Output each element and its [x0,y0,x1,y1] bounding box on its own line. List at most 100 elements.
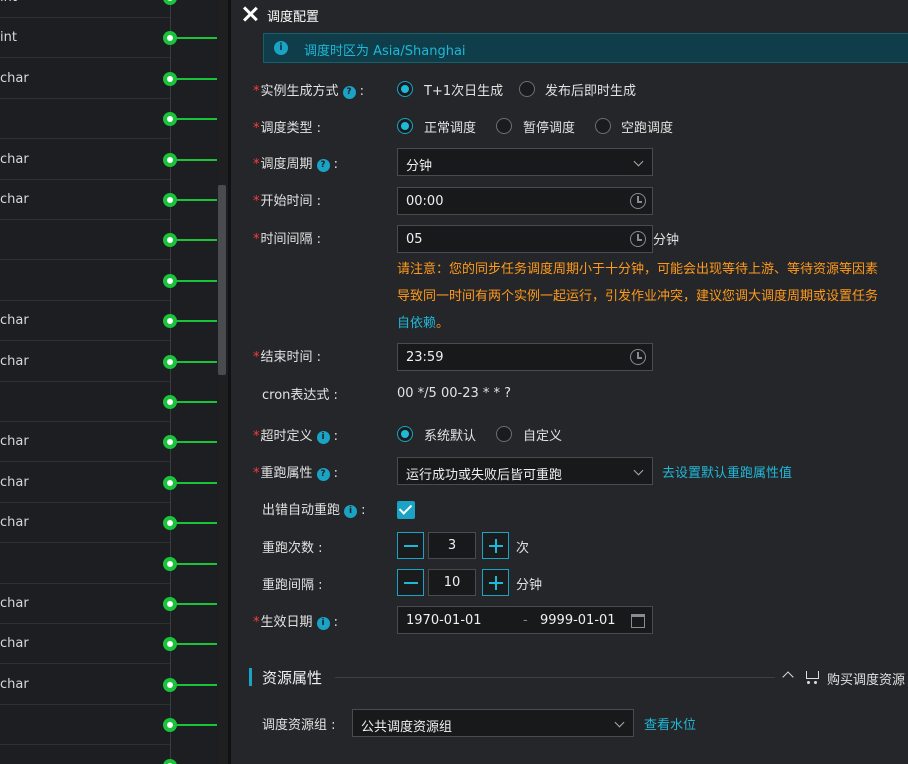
rerun-count-input[interactable]: 3 [428,532,476,559]
radio-dry-run-label[interactable]: 空跑调度 [621,117,673,136]
field-row [0,99,170,140]
clock-icon [630,193,646,209]
info-icon[interactable]: i [344,505,358,518]
field-row: char [0,665,170,705]
field-type: char [0,515,29,531]
close-icon[interactable] [241,5,259,23]
end-time-input[interactable]: 23:59 [397,343,653,371]
cart-icon[interactable] [804,670,820,684]
connector-line [175,320,217,323]
end-time-label: *结束时间 : [253,350,322,365]
connector-dot[interactable] [163,758,177,764]
auto-rerun-label: 出错自动重跑 i : [262,503,366,518]
rerun-select[interactable]: 运行成功或失败后皆可重跑 [397,457,653,485]
radio-pause[interactable] [496,118,512,134]
field-row: char [0,342,170,382]
radio-pause-label[interactable]: 暂停调度 [523,117,575,136]
cron-label: cron表达式 : [262,388,338,403]
clock-icon [630,349,646,365]
field-type: char [0,474,29,490]
question-icon[interactable]: ? [316,159,330,172]
connector-line [175,77,217,80]
rerun-interval-minus[interactable] [397,569,424,596]
question-icon[interactable]: ? [342,86,356,99]
section-accent-bar [249,668,252,686]
resource-group-value: 公共调度资源组 [361,720,453,735]
field-type: char [0,353,29,369]
effective-date-range[interactable]: 1970-01-01 - 9999-01-01 [397,606,653,634]
field-row [0,705,170,746]
rerun-label: *重跑属性? : [253,466,339,481]
chevron-down-icon [633,465,644,476]
connector-line [175,239,217,242]
connector-line [175,158,217,161]
radio-normal-label[interactable]: 正常调度 [424,117,476,136]
warning-tail: 。 [436,316,450,331]
connector-line [175,279,217,282]
resource-group-select[interactable]: 公共调度资源组 [352,709,634,737]
radio-system-default-label[interactable]: 系统默认 [424,425,476,444]
radio-dry-run[interactable] [595,118,611,134]
field-type: char [0,596,29,611]
field-type: char [0,434,29,450]
radio-t1-next-day[interactable] [397,81,413,97]
field-row: char [0,301,170,342]
warning-line-2: 导致同一时间有两个实例一起运行，引发作业冲突，建议您调大调度周期或设置任务 [397,289,879,304]
connector-line [175,724,217,727]
connector-line [175,562,217,565]
field-list-scrollbar[interactable] [218,185,226,375]
interval-label: *时间间隔 : [253,232,322,247]
field-row [0,220,170,261]
info-icon[interactable]: i [316,431,330,444]
self-dependency-link[interactable]: 自依赖 [397,316,436,331]
connector-line [175,118,217,121]
start-time-input[interactable]: 00:00 [397,187,653,215]
field-row: int [0,0,170,18]
rerun-count-plus[interactable] [482,532,509,559]
connector-line [175,522,217,525]
chevron-down-icon [633,156,644,167]
field-row: int [0,18,170,59]
connector-line [175,643,217,646]
panel-title: 调度配置 [267,10,320,25]
radio-immediate-label[interactable]: 发布后即时生成 [545,80,636,99]
interval-value: 05 [406,232,423,247]
effective-date-end[interactable]: 9999-01-01 [540,613,616,628]
interval-input[interactable]: 05 [397,225,653,253]
question-icon[interactable]: ? [316,468,330,481]
schedule-period-label: *调度周期? : [253,157,339,172]
view-watermark-link[interactable]: 查看水位 [644,714,696,733]
effective-date-label: *生效日期 i : [253,615,339,630]
rerun-count-minus[interactable] [397,532,424,559]
schedule-period-value: 分钟 [406,159,433,174]
schedule-period-select[interactable]: 分钟 [397,148,653,176]
field-row [0,746,170,764]
info-icon[interactable]: i [316,617,330,630]
schedule-config-panel: 调度配置 i 调度时区为 Asia/Shanghai *实例生成方式? : T+… [231,0,908,764]
warning-line-1: 请注意：您的同步任务调度周期小于十分钟，可能会出现等待上游、等待资源等因素 [397,262,879,277]
timezone-notice-text: 调度时区为 Asia/Shanghai [304,44,466,59]
radio-normal[interactable] [397,118,413,134]
chevron-up-icon[interactable] [782,671,794,683]
connector-line [175,481,217,484]
rerun-interval-input[interactable]: 10 [428,569,476,596]
radio-system-default[interactable] [397,426,413,442]
resource-section-title: 资源属性 [262,669,323,687]
radio-custom[interactable] [496,426,512,442]
radio-custom-label[interactable]: 自定义 [523,425,562,444]
connector-line [175,401,217,403]
chevron-down-icon [614,717,625,728]
auto-rerun-checkbox[interactable] [397,501,415,519]
field-type: char [0,151,29,167]
field-row [0,382,170,422]
connector-line [175,199,217,201]
field-list: int int char char char char char char char char ch… [0,0,218,764]
buy-resource-link[interactable]: 购买调度资源 [827,669,905,688]
default-rerun-settings-link[interactable]: 去设置默认重跑属性值 [662,462,792,481]
rerun-value: 运行成功或失败后皆可重跑 [406,468,563,483]
interval-unit: 分钟 [653,233,680,248]
radio-t1-next-day-label[interactable]: T+1次日生成 [424,80,503,99]
radio-immediate[interactable] [519,81,535,97]
effective-date-start[interactable]: 1970-01-01 [406,613,482,628]
rerun-interval-plus[interactable] [482,569,509,596]
